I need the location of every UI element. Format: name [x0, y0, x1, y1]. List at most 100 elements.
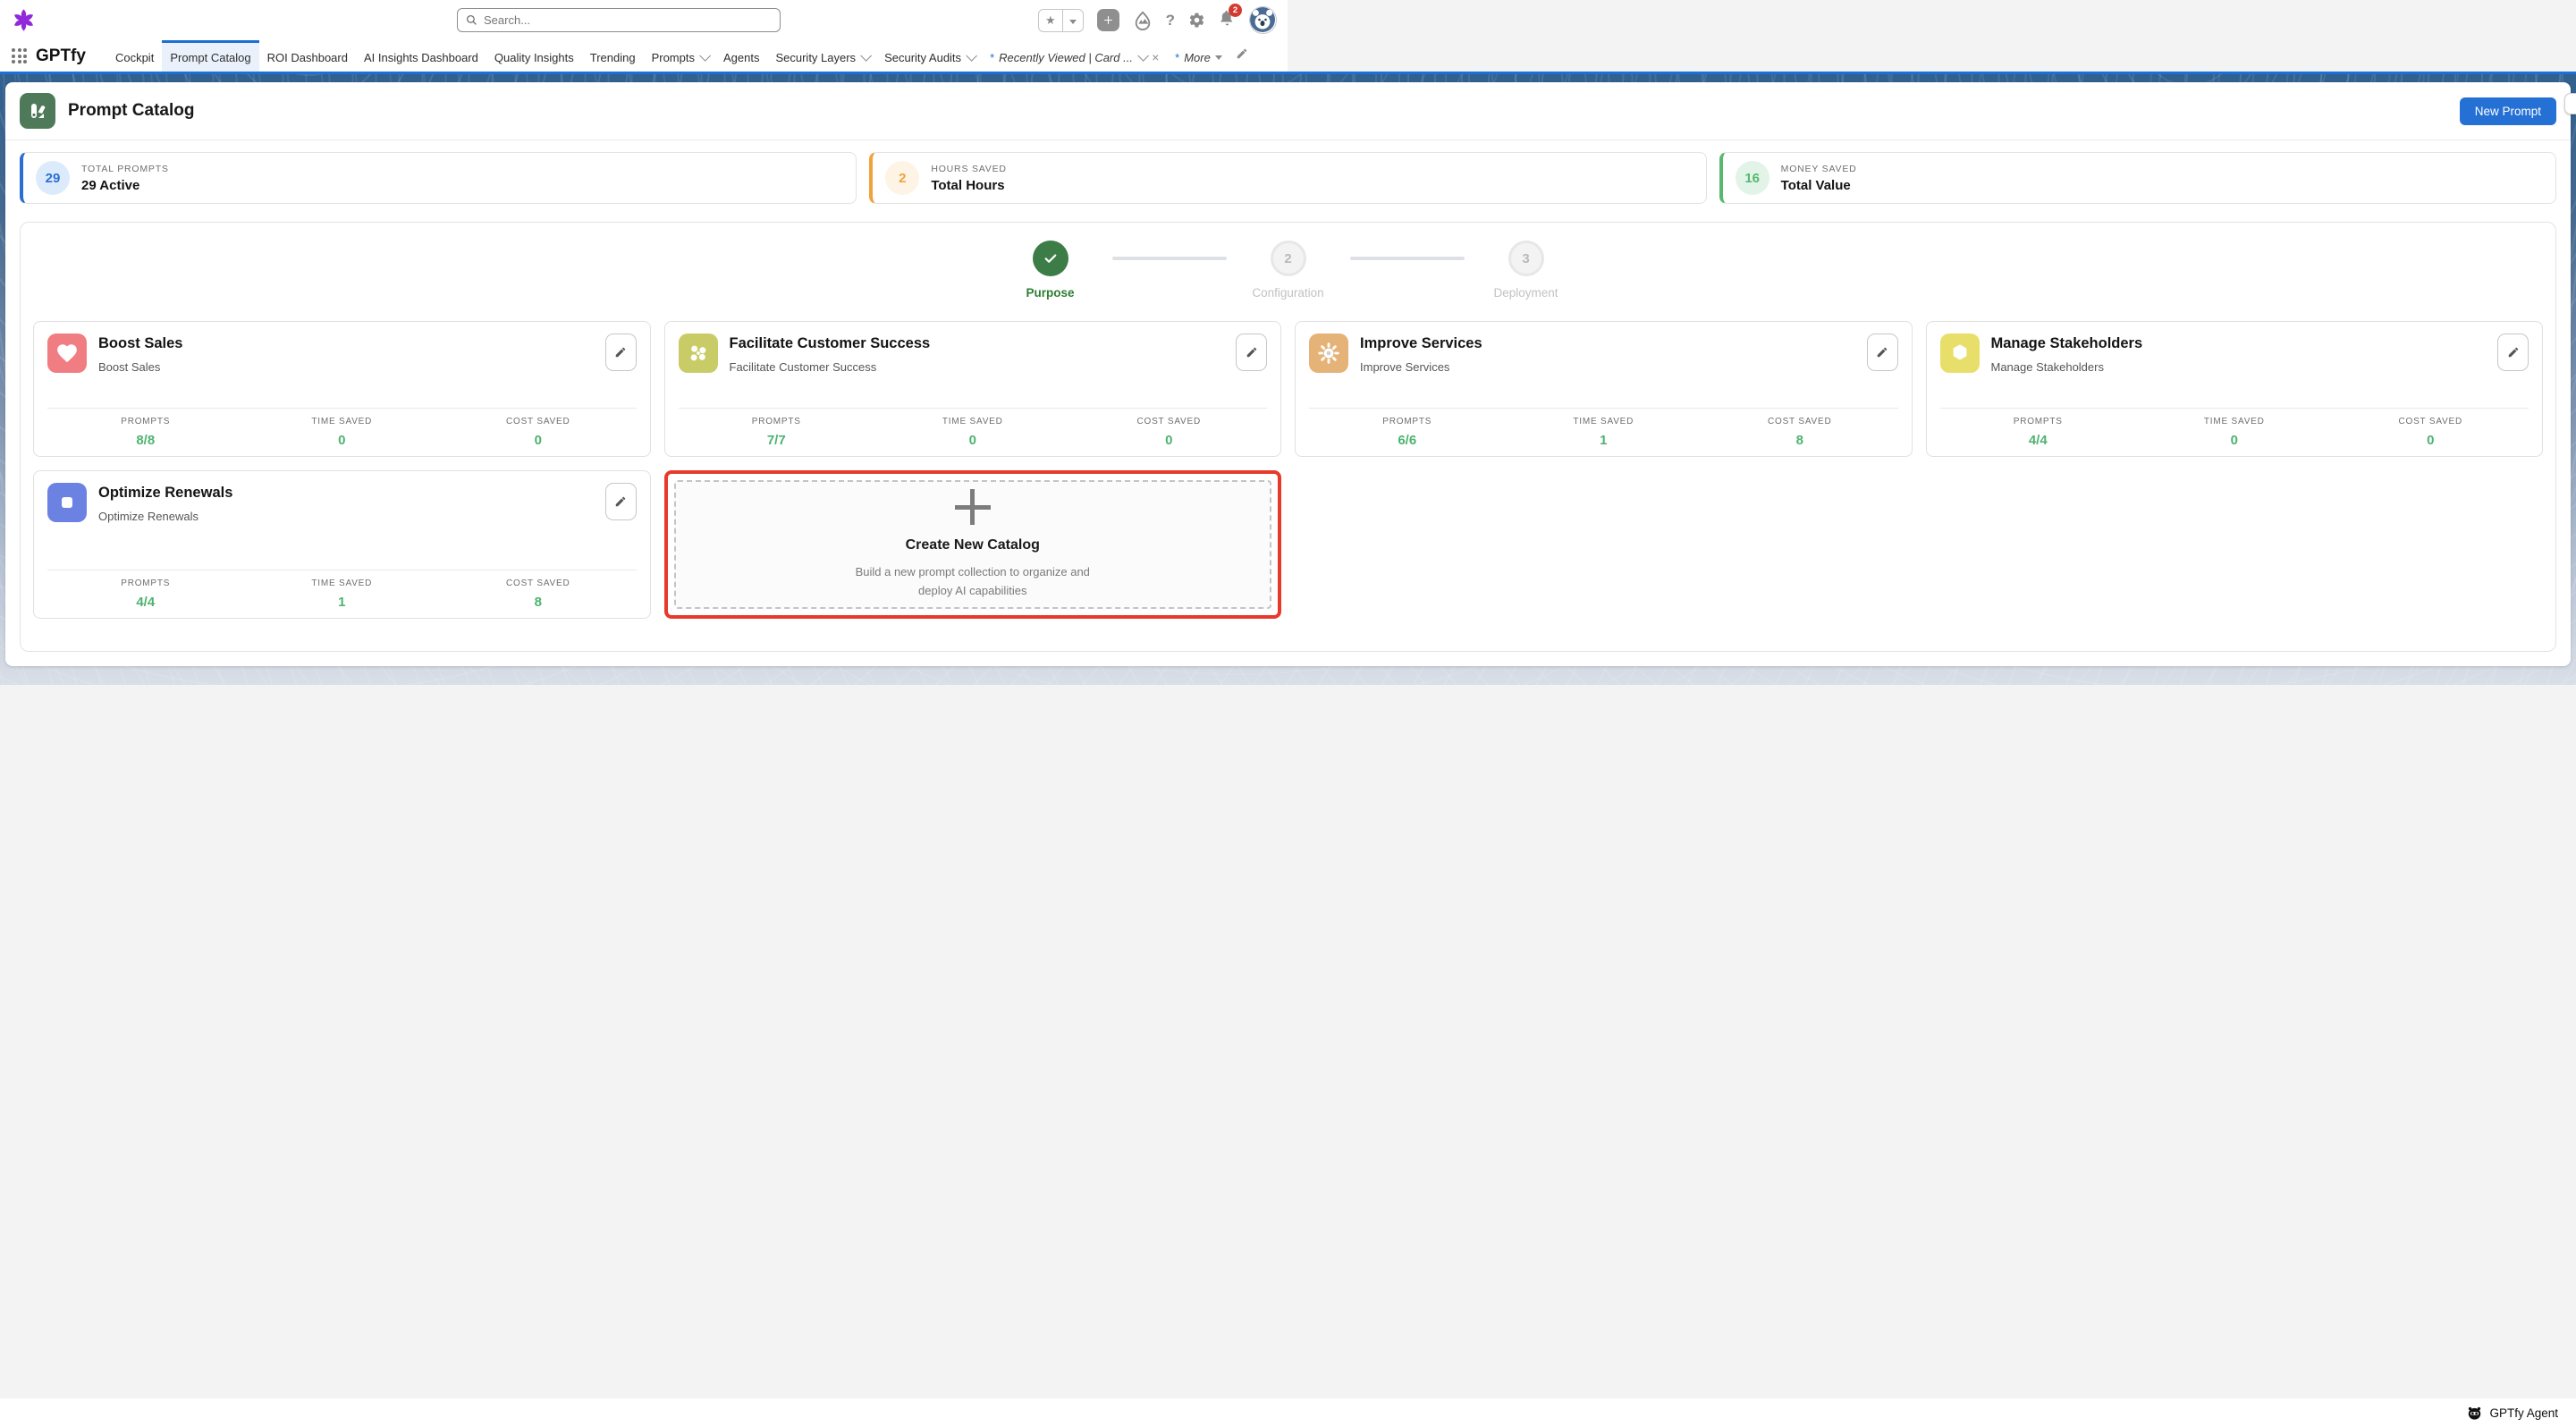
catalog-card-improve-services[interactable]: Improve ServicesImprove ServicesPROMPTS6…	[1295, 321, 1913, 457]
tab-security-audits[interactable]: Security Audits	[876, 40, 982, 72]
step-deployment[interactable]: 3Deployment	[1477, 241, 1575, 300]
chevron-down-icon[interactable]	[966, 50, 977, 62]
help-icon[interactable]: ?	[1166, 12, 1175, 30]
metric-value: 1	[244, 595, 441, 610]
metric-label: TIME SAVED	[2136, 417, 2333, 426]
step-label: Purpose	[1026, 286, 1074, 300]
setup-gear-icon[interactable]	[1188, 12, 1205, 29]
tab-label: Security Layers	[775, 51, 856, 64]
tab-label: Cockpit	[115, 51, 154, 64]
metric-value: 4/4	[47, 595, 244, 610]
metric-label: PROMPTS	[47, 417, 244, 426]
sun-icon	[1309, 334, 1348, 373]
step-purpose[interactable]: Purpose	[1001, 241, 1100, 300]
edit-catalog-button[interactable]	[1236, 334, 1267, 371]
metric-label: TIME SAVED	[874, 417, 1071, 426]
catalog-title: Boost Sales	[98, 335, 596, 352]
tab-recently-viewed-card[interactable]: * Recently Viewed | Card ... ×	[982, 40, 1167, 72]
stat-badge: 29	[36, 161, 70, 195]
page-title: Prompt Catalog	[68, 101, 194, 121]
app-launcher-icon[interactable]	[12, 48, 27, 63]
hexagon-icon	[1940, 334, 1980, 373]
catalog-grid: Boost SalesBoost SalesPROMPTS8/8TIME SAV…	[33, 321, 2543, 619]
metric-value: 4/4	[1940, 433, 2137, 448]
catalog-card-optimize-renewals[interactable]: Optimize RenewalsOptimize RenewalsPROMPT…	[33, 470, 651, 619]
add-icon[interactable]	[1097, 9, 1119, 31]
tab-security-layers[interactable]: Security Layers	[767, 40, 876, 72]
stat-label: MONEY SAVED	[1781, 164, 1857, 174]
tab-quality-insights[interactable]: Quality Insights	[486, 40, 582, 72]
avatar[interactable]	[1249, 6, 1277, 34]
prompt-catalog-app-icon	[20, 93, 55, 129]
edit-nav-icon[interactable]	[1236, 47, 1248, 64]
trailhead-icon[interactable]	[1133, 11, 1153, 30]
stat-card-total-prompts: 29TOTAL PROMPTS29 Active	[20, 152, 857, 204]
metric-value: 0	[874, 433, 1071, 448]
main-panel: Prompt Catalog New Prompt 29TOTAL PROMPT…	[5, 82, 2571, 666]
favorites-control[interactable]: ★	[1038, 9, 1084, 32]
unsaved-indicator: *	[990, 51, 994, 64]
chevron-down-icon[interactable]	[1137, 50, 1149, 62]
metric-label: COST SAVED	[440, 578, 637, 588]
metric-label: TIME SAVED	[1506, 417, 1702, 426]
metric-label: PROMPTS	[47, 578, 244, 588]
step-connector	[1112, 257, 1227, 260]
tab-label: Prompts	[652, 51, 695, 64]
stat-value: Total Value	[1781, 178, 1857, 193]
tab-roi-dashboard[interactable]: ROI Dashboard	[259, 40, 356, 72]
metric-label: COST SAVED	[1702, 417, 1898, 426]
gptfy-agent-icon[interactable]	[2467, 1406, 2482, 1421]
dropdown-icon[interactable]	[1215, 55, 1222, 60]
plus-icon	[955, 489, 991, 525]
edit-catalog-button[interactable]	[1867, 334, 1898, 371]
create-card-description: Build a new prompt collection to organiz…	[839, 563, 1107, 599]
chevron-down-icon[interactable]	[860, 50, 872, 62]
stat-label: HOURS SAVED	[931, 164, 1006, 174]
step-number: 3	[1508, 241, 1544, 276]
catalog-card-manage-stakeholders[interactable]: Manage StakeholdersManage StakeholdersPR…	[1926, 321, 2544, 457]
tab-more[interactable]: *More	[1167, 40, 1230, 72]
catalog-section: Purpose 2Configuration 3Deployment Boost S…	[20, 222, 2556, 652]
tab-ai-insights-dashboard[interactable]: AI Insights Dashboard	[356, 40, 486, 72]
tab-prompts[interactable]: Prompts	[644, 40, 715, 72]
catalog-subtitle: Facilitate Customer Success	[730, 360, 1228, 374]
catalog-metrics: PROMPTS8/8TIME SAVED0COST SAVED0	[47, 408, 637, 448]
utility-bar: GPTfy Agent	[0, 1398, 2576, 1427]
chevron-down-icon[interactable]	[699, 50, 711, 62]
notification-bell-icon[interactable]: 2	[1219, 10, 1236, 31]
metric-label: COST SAVED	[440, 417, 637, 426]
create-new-catalog-card[interactable]: Create New Catalog Build a new prompt co…	[664, 470, 1282, 619]
tab-trending[interactable]: Trending	[582, 40, 644, 72]
stat-badge: 2	[885, 161, 919, 195]
metric-value: 7/7	[679, 433, 875, 448]
collapsed-panel-edge[interactable]	[2564, 93, 2576, 114]
tab-cockpit[interactable]: Cockpit	[107, 40, 162, 72]
favorites-dropdown-icon[interactable]	[1063, 13, 1083, 29]
heart-icon	[47, 334, 87, 373]
agent-label[interactable]: GPTfy Agent	[2489, 1406, 2558, 1420]
catalog-card-facilitate-customer-success[interactable]: Facilitate Customer Success Facilitate Cu…	[664, 321, 1282, 457]
global-header: ★ ? 2	[0, 0, 1288, 40]
app-nav-bar: GPTfy CockpitPrompt CatalogROI Dashboard…	[0, 40, 1288, 72]
step-configuration[interactable]: 2Configuration	[1239, 241, 1338, 300]
tab-agents[interactable]: Agents	[715, 40, 767, 72]
catalog-card-boost-sales[interactable]: Boost SalesBoost SalesPROMPTS8/8TIME SAV…	[33, 321, 651, 457]
metric-value: 6/6	[1309, 433, 1506, 448]
edit-catalog-button[interactable]	[605, 334, 637, 371]
catalog-title: Facilitate Customer Success	[730, 335, 1228, 352]
search-icon	[466, 14, 477, 26]
tab-label: Recently Viewed | Card ...	[999, 51, 1133, 64]
edit-catalog-button[interactable]	[2497, 334, 2529, 371]
favorites-star-icon[interactable]: ★	[1039, 13, 1062, 28]
global-search[interactable]	[457, 8, 781, 32]
flower-icon	[679, 334, 718, 373]
search-input[interactable]	[484, 13, 772, 27]
tab-prompt-catalog[interactable]: Prompt Catalog	[162, 40, 258, 72]
notification-count-badge: 2	[1229, 4, 1242, 17]
new-prompt-button[interactable]: New Prompt	[2460, 97, 2556, 125]
close-icon[interactable]: ×	[1152, 50, 1159, 64]
edit-catalog-button[interactable]	[605, 483, 637, 520]
stat-card-money-saved: 16MONEY SAVEDTotal Value	[1719, 152, 2556, 204]
gptfy-logo-icon	[11, 7, 37, 33]
tab-label: ROI Dashboard	[267, 51, 348, 64]
